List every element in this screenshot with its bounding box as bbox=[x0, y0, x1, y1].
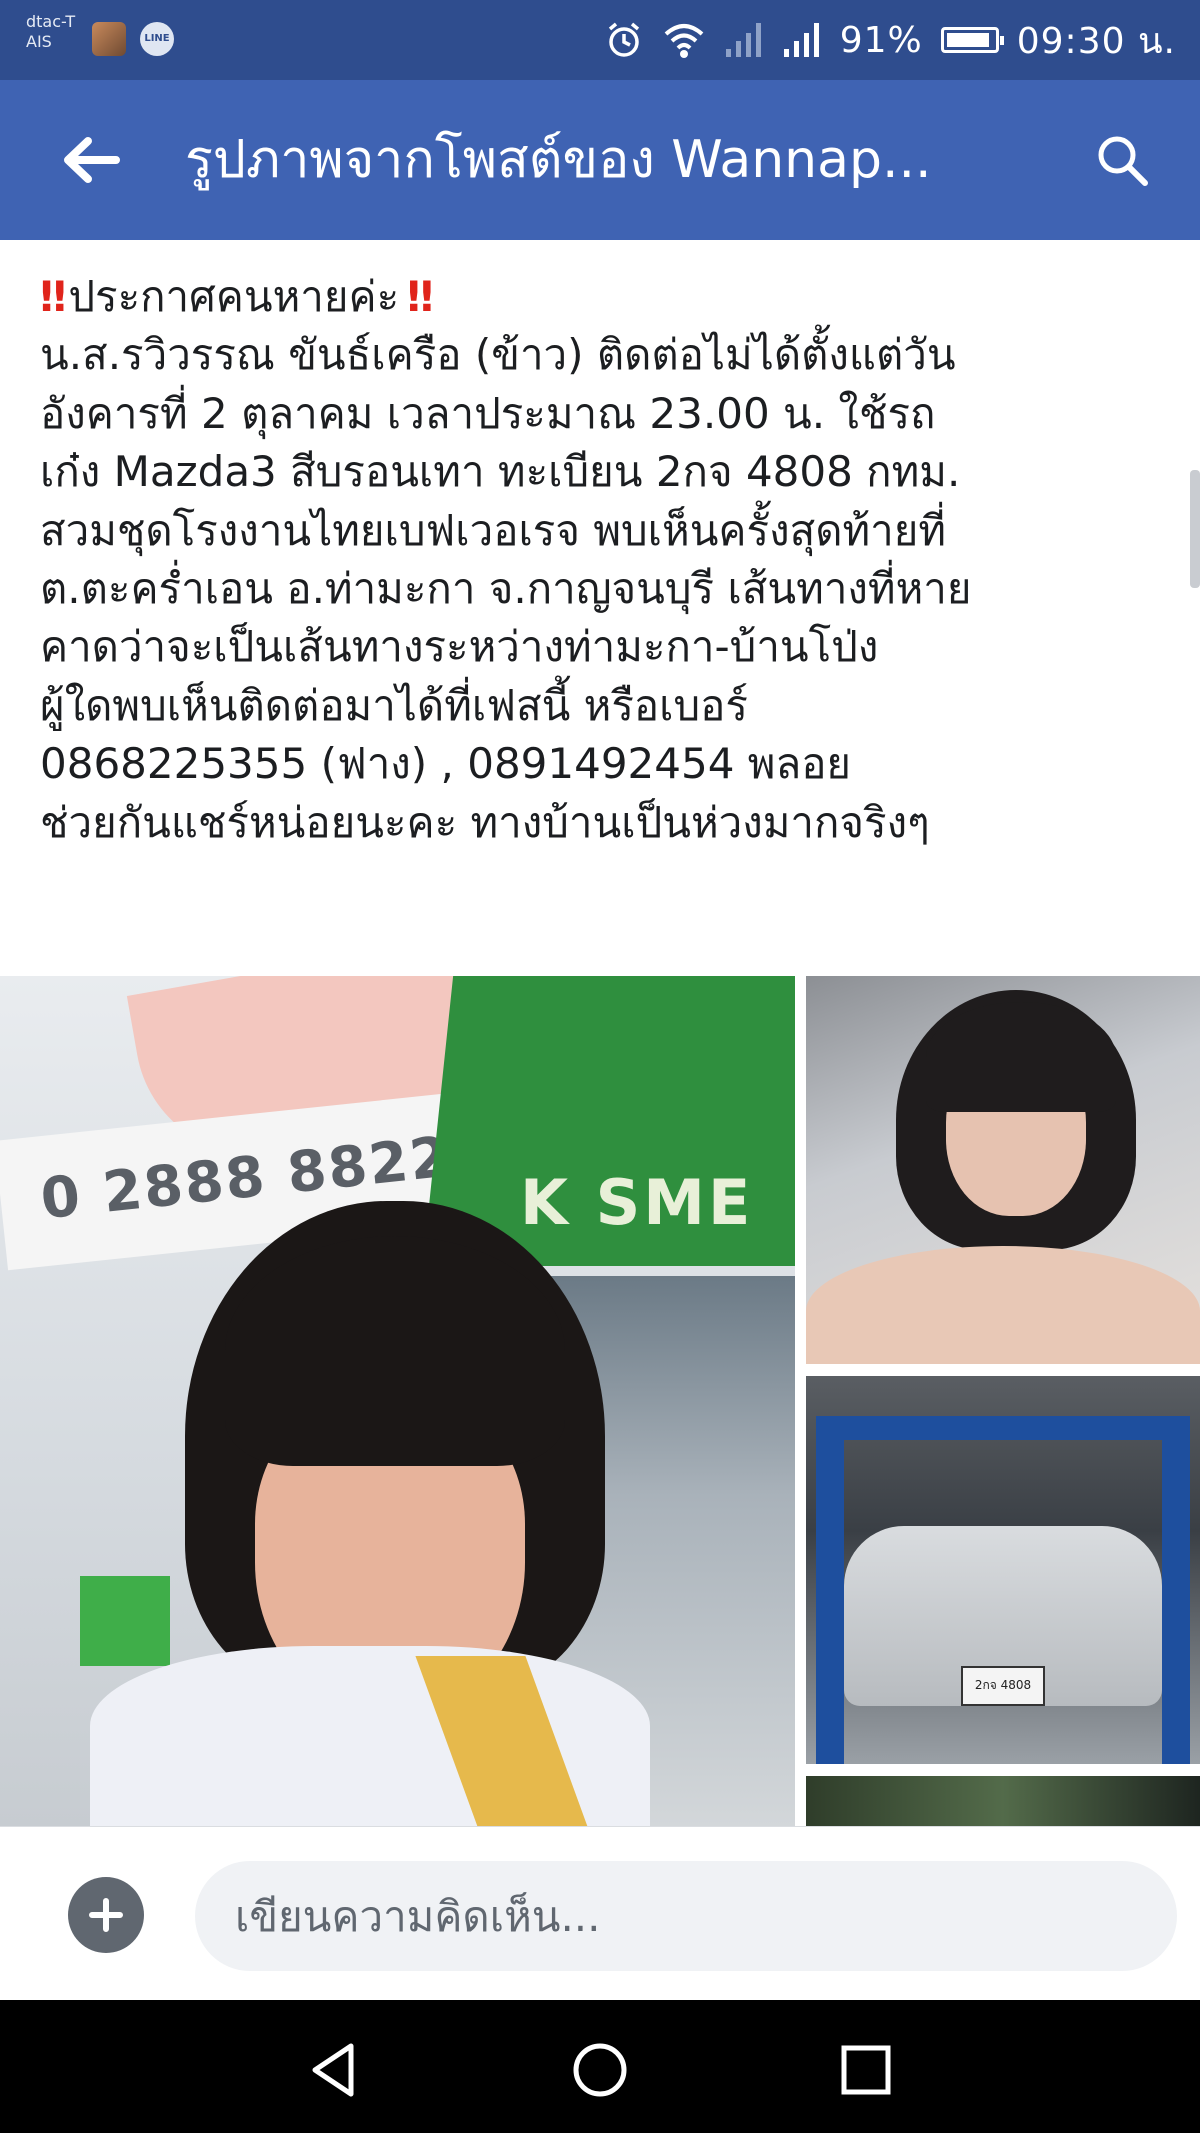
photo-shape bbox=[806, 1246, 1200, 1364]
photo-shape bbox=[80, 1576, 170, 1666]
back-button[interactable] bbox=[52, 126, 128, 194]
photo-shape bbox=[225, 1236, 565, 1466]
arrow-left-icon bbox=[64, 137, 120, 183]
double-exclamation-icon: ‼ bbox=[407, 272, 433, 321]
post-line: ผู้ใดพบเห็นติดต่อมาได้ที่เฟสนี้ หรือเบอร… bbox=[40, 680, 748, 730]
post-line: ต.ตะคร่ำเอน อ.ท่ามะกา จ.กาญจนบุรี เส้นทา… bbox=[40, 564, 972, 614]
nav-home-button[interactable] bbox=[560, 2030, 640, 2110]
post-caption: ‼ ประกาศคนหายค่ะ ‼ น.ส.รวิวรรณ ขันธ์เครือ … bbox=[40, 268, 1180, 852]
carrier-line-1: dtac-T bbox=[26, 12, 76, 31]
post-line: ช่วยกันแชร์หน่อยนะคะ ทางบ้านเป็นห่วงมากจ… bbox=[40, 797, 930, 847]
battery-percent: 91% bbox=[839, 19, 923, 61]
photo-plate-text: 2กจ 4808 bbox=[961, 1666, 1045, 1706]
plus-icon bbox=[89, 1898, 123, 1932]
status-indicators: 91% 09:30 น. bbox=[604, 14, 1176, 66]
app-bar: รูปภาพจากโพสต์ของ Wannap... bbox=[0, 80, 1200, 240]
post-line: 0868225355 (ฟาง) , 0891492454 พลอย bbox=[40, 739, 852, 789]
battery-icon bbox=[940, 27, 1004, 53]
carrier-line-2: AIS bbox=[26, 32, 52, 51]
photo-shape bbox=[926, 1002, 1116, 1112]
line-app-icon: LINE bbox=[140, 22, 174, 56]
nav-back-button[interactable] bbox=[293, 2030, 373, 2110]
scrollbar-thumb[interactable] bbox=[1190, 470, 1200, 588]
alarm-icon bbox=[604, 20, 644, 60]
nav-recent-button[interactable] bbox=[826, 2030, 906, 2110]
signal-icon bbox=[782, 21, 822, 59]
comment-input[interactable] bbox=[195, 1861, 1177, 1971]
post-line: คาดว่าจะเป็นเส้นทางระหว่างท่ามะกา-บ้านโป… bbox=[40, 622, 879, 672]
post-title: ประกาศคนหายค่ะ bbox=[68, 272, 400, 321]
photo-bottom-right[interactable] bbox=[806, 1776, 1200, 1826]
signal-icon bbox=[724, 21, 764, 59]
photo-shape bbox=[1162, 1416, 1190, 1764]
nav-home-icon bbox=[573, 2043, 627, 2097]
system-nav-bar bbox=[0, 2000, 1200, 2133]
nav-back-icon bbox=[312, 2043, 354, 2097]
photo-main[interactable]: 0 2888 8822 K SME bbox=[0, 976, 795, 1826]
post-line: น.ส.รวิวรรณ ขันธ์เครือ (ข้าว) ติดต่อไม่ไ… bbox=[40, 330, 956, 380]
photo-top-right[interactable] bbox=[806, 976, 1200, 1364]
nav-recent-icon bbox=[841, 2045, 891, 2095]
search-icon bbox=[1098, 136, 1148, 186]
double-exclamation-icon: ‼ bbox=[40, 272, 66, 321]
wifi-icon bbox=[662, 20, 706, 60]
photo-umbrella-text: K SME bbox=[520, 1166, 754, 1239]
post-title-line: ‼ ประกาศคนหายค่ะ ‼ bbox=[40, 268, 1180, 326]
photo-shape bbox=[816, 1416, 1190, 1440]
photo-shape bbox=[816, 1416, 844, 1764]
battery-level bbox=[946, 33, 989, 47]
page-title: รูปภาพจากโพสต์ของ Wannap... bbox=[185, 130, 932, 190]
notification-avatar-icon bbox=[92, 22, 126, 56]
comment-bar bbox=[0, 1826, 1200, 2001]
carrier-label: dtac-T AIS bbox=[26, 12, 75, 52]
add-attachment-button[interactable] bbox=[68, 1877, 144, 1953]
post-line: อังคารที่ 2 ตุลาคม เวลาประมาณ 23.00 น. ใ… bbox=[40, 388, 936, 438]
post-line: สวมชุดโรงงานไทยเบฟเวอเรจ พบเห็นครั้งสุดท… bbox=[40, 505, 947, 555]
clock: 09:30 น. bbox=[1016, 20, 1176, 62]
post-line: เก๋ง Mazda3 สีบรอนเทา ทะเบียน 2กจ 4808 ก… bbox=[40, 447, 961, 497]
status-bar: dtac-T AIS LINE 91% 09:30 น. bbox=[0, 0, 1200, 80]
photo-mid-right[interactable]: 2กจ 4808 bbox=[806, 1376, 1200, 1764]
search-button[interactable] bbox=[1084, 126, 1160, 194]
